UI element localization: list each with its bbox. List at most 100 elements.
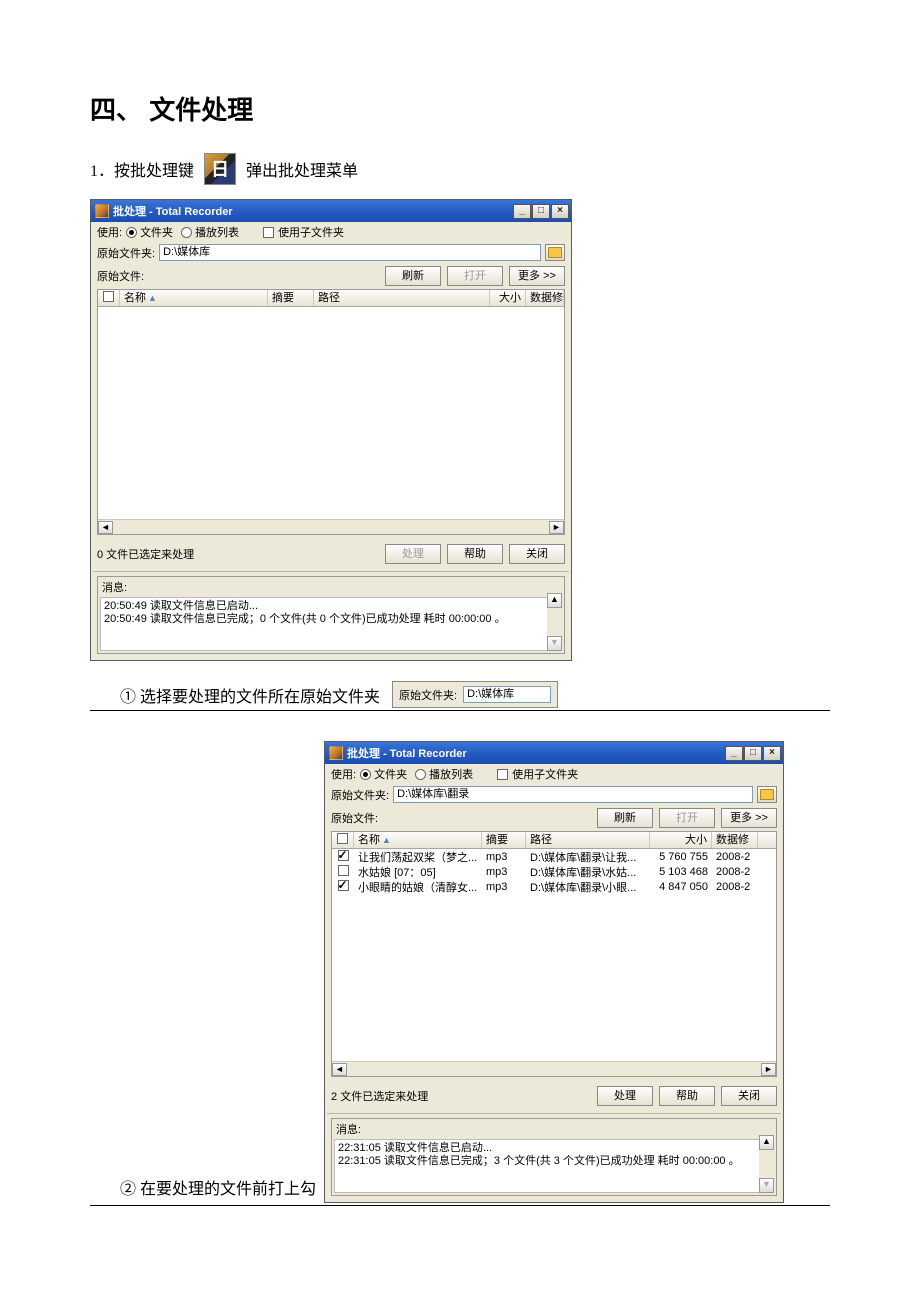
- close-dialog-button[interactable]: 关闭: [509, 544, 565, 564]
- messages-text: 20:50:49 读取文件信息已启动... 20:50:49 读取文件信息已完成…: [100, 597, 562, 651]
- col-data[interactable]: 数据修: [526, 290, 564, 306]
- step-2-text: ② 在要处理的文件前打上勾: [120, 1175, 316, 1199]
- messages-pane: 消息: 20:50:49 读取文件信息已启动... 20:50:49 读取文件信…: [97, 576, 565, 654]
- cell-data: 2008-2: [712, 881, 758, 893]
- refresh-button[interactable]: 刷新: [385, 266, 441, 286]
- use-label: 使用:: [331, 766, 356, 782]
- process-button[interactable]: 处理: [385, 544, 441, 564]
- messages-pane: 消息: 22:31:05 读取文件信息已启动... 22:31:05 读取文件信…: [331, 1118, 777, 1196]
- messages-text: 22:31:05 读取文件信息已启动... 22:31:05 读取文件信息已完成…: [334, 1139, 774, 1193]
- messages-label: 消息:: [336, 1121, 774, 1137]
- cell-summary: mp3: [482, 881, 526, 893]
- table-row[interactable]: 让我们荡起双桨（梦之...mp3D:\媒体库\翻录\让我...5 760 755…: [332, 849, 776, 864]
- cell-data: 2008-2: [712, 851, 758, 863]
- subfolder-checkbox[interactable]: [497, 769, 508, 780]
- select-all-checkbox[interactable]: [103, 291, 114, 302]
- close-button[interactable]: ×: [763, 746, 781, 761]
- h-scrollbar[interactable]: ◄ ►: [98, 519, 564, 534]
- source-folder-input[interactable]: D:\媒体库\翻录: [393, 786, 753, 803]
- window-title: 批处理 - Total Recorder: [347, 745, 724, 761]
- radio-playlist[interactable]: 播放列表: [415, 766, 473, 782]
- close-button[interactable]: ×: [551, 204, 569, 219]
- help-button[interactable]: 帮助: [447, 544, 503, 564]
- refresh-button[interactable]: 刷新: [597, 808, 653, 828]
- scroll-up-icon[interactable]: ▲: [547, 593, 562, 608]
- open-button[interactable]: 打开: [659, 808, 715, 828]
- source-folder-label: 原始文件夹:: [331, 787, 389, 803]
- browse-folder-button[interactable]: [545, 244, 565, 261]
- scroll-right-icon[interactable]: ►: [761, 1063, 776, 1076]
- col-path[interactable]: 路径: [314, 290, 490, 306]
- maximize-button[interactable]: □: [744, 746, 762, 761]
- h-scrollbar[interactable]: ◄ ►: [332, 1061, 776, 1076]
- messages-scrollbar[interactable]: ▲ ▼: [547, 593, 562, 651]
- close-dialog-button[interactable]: 关闭: [721, 1086, 777, 1106]
- section-heading: 四、 文件处理: [90, 90, 830, 127]
- folder-snippet: 原始文件夹: D:\媒体库: [392, 681, 558, 708]
- radio-playlist[interactable]: 播放列表: [181, 224, 239, 240]
- sort-asc-icon: ▲: [382, 835, 391, 845]
- row-checkbox[interactable]: [338, 850, 349, 861]
- source-files-label: 原始文件:: [97, 268, 379, 284]
- intro-prefix: 1．按批处理键: [90, 157, 194, 181]
- cell-data: 2008-2: [712, 866, 758, 878]
- col-path[interactable]: 路径: [526, 832, 650, 848]
- app-icon: [95, 204, 109, 218]
- col-data[interactable]: 数据修: [712, 832, 758, 848]
- file-list: 名称▲ 摘要 路径 大小 数据修 让我们荡起双桨（梦之...mp3D:\媒体库\…: [331, 831, 777, 1077]
- scroll-left-icon[interactable]: ◄: [98, 521, 113, 534]
- cell-summary: mp3: [482, 851, 526, 863]
- open-button[interactable]: 打开: [447, 266, 503, 286]
- help-button[interactable]: 帮助: [659, 1086, 715, 1106]
- batch-toolbar-icon: [204, 153, 236, 185]
- process-button[interactable]: 处理: [597, 1086, 653, 1106]
- messages-scrollbar[interactable]: ▲ ▼: [759, 1135, 774, 1193]
- subfolder-label: 使用子文件夹: [512, 766, 578, 782]
- maximize-button[interactable]: □: [532, 204, 550, 219]
- selection-status: 2 文件已选定来处理: [331, 1088, 591, 1104]
- app-icon: [329, 746, 343, 760]
- scroll-up-icon[interactable]: ▲: [759, 1135, 774, 1150]
- snippet-label: 原始文件夹:: [399, 687, 457, 703]
- cell-name: 让我们荡起双桨（梦之...: [354, 849, 482, 865]
- subfolder-checkbox[interactable]: [263, 227, 274, 238]
- col-size[interactable]: 大小: [650, 832, 712, 848]
- cell-name: 小眼睛的姑娘（清醇女...: [354, 879, 482, 895]
- title-bar[interactable]: 批处理 - Total Recorder _ □ ×: [91, 200, 571, 222]
- col-name[interactable]: 名称▲: [120, 290, 268, 306]
- source-folder-input[interactable]: D:\媒体库: [159, 244, 541, 261]
- more-button[interactable]: 更多 >>: [509, 266, 565, 286]
- col-summary[interactable]: 摘要: [482, 832, 526, 848]
- intro-suffix: 弹出批处理菜单: [246, 157, 358, 181]
- radio-folder[interactable]: 文件夹: [360, 766, 407, 782]
- subfolder-label: 使用子文件夹: [278, 224, 344, 240]
- radio-folder[interactable]: 文件夹: [126, 224, 173, 240]
- minimize-button[interactable]: _: [513, 204, 531, 219]
- browse-folder-button[interactable]: [757, 786, 777, 803]
- row-checkbox[interactable]: [338, 865, 349, 876]
- cell-size: 5 103 468: [650, 866, 712, 878]
- more-button[interactable]: 更多 >>: [721, 808, 777, 828]
- scroll-down-icon[interactable]: ▼: [547, 636, 562, 651]
- scroll-right-icon[interactable]: ►: [549, 521, 564, 534]
- cell-path: D:\媒体库\翻录\小眼...: [526, 879, 650, 895]
- window-title: 批处理 - Total Recorder: [113, 203, 512, 219]
- col-name[interactable]: 名称▲: [354, 832, 482, 848]
- select-all-checkbox[interactable]: [337, 833, 348, 844]
- table-row[interactable]: 小眼睛的姑娘（清醇女...mp3D:\媒体库\翻录\小眼...4 847 050…: [332, 879, 776, 894]
- source-files-label: 原始文件:: [331, 810, 591, 826]
- col-size[interactable]: 大小: [490, 290, 526, 306]
- minimize-button[interactable]: _: [725, 746, 743, 761]
- selection-status: 0 文件已选定来处理: [97, 546, 379, 562]
- cell-path: D:\媒体库\翻录\让我...: [526, 849, 650, 865]
- cell-path: D:\媒体库\翻录\水姑...: [526, 864, 650, 880]
- scroll-left-icon[interactable]: ◄: [332, 1063, 347, 1076]
- step-1-text: ① 选择要处理的文件所在原始文件夹: [120, 683, 380, 707]
- col-summary[interactable]: 摘要: [268, 290, 314, 306]
- row-checkbox[interactable]: [338, 880, 349, 891]
- source-folder-label: 原始文件夹:: [97, 245, 155, 261]
- table-row[interactable]: 水姑娘 [07：05]mp3D:\媒体库\翻录\水姑...5 103 46820…: [332, 864, 776, 879]
- scroll-down-icon[interactable]: ▼: [759, 1178, 774, 1193]
- title-bar[interactable]: 批处理 - Total Recorder _ □ ×: [325, 742, 783, 764]
- batch-window-1: 批处理 - Total Recorder _ □ × 使用: 文件夹 播放列表 …: [90, 199, 572, 661]
